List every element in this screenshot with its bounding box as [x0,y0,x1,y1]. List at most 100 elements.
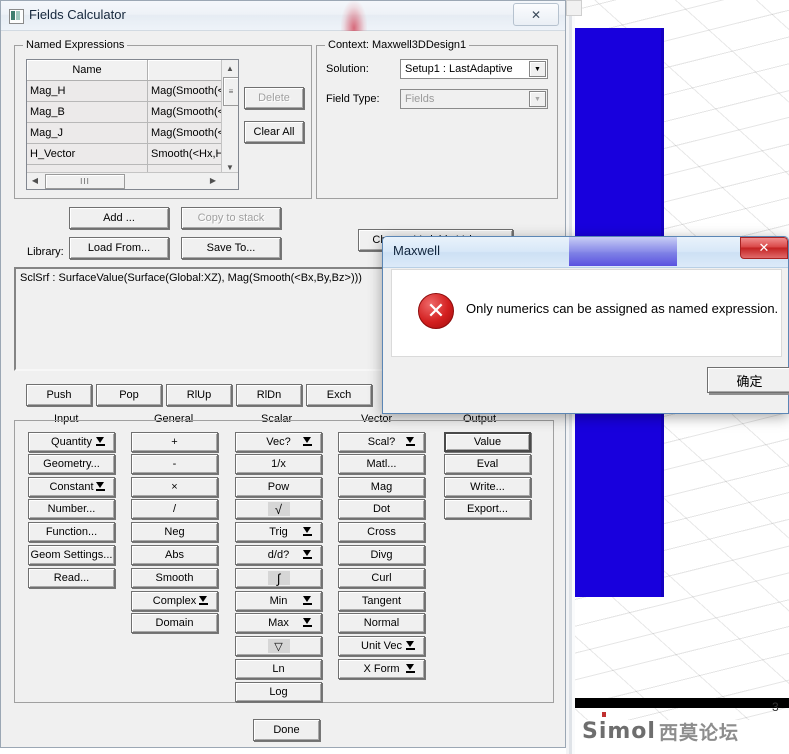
ln-button[interactable]: Ln [235,659,322,679]
push-button[interactable]: Push [26,384,92,406]
watermark-chinese-text: 西莫论坛 [658,722,739,744]
material-button[interactable]: Matl... [338,454,425,474]
table-header-row: Name [27,60,238,81]
field-type-dropdown[interactable]: Fields ▼ [400,89,548,109]
quantity-button-label: Quantity [51,436,92,448]
save-to-button[interactable]: Save To... [181,237,281,259]
viewport-scroll-corner[interactable] [566,0,582,16]
curl-button[interactable]: Curl [338,568,425,588]
min-button-label: Min [269,595,288,607]
value-button[interactable]: Value [444,432,531,452]
scroll-up-icon[interactable]: ▲ [222,60,238,76]
table-horizontal-scrollbar[interactable]: ◀ III ▶ [27,172,238,189]
watermark-latin-text: Simol [582,718,656,744]
solution-dropdown[interactable]: Setup1 : LastAdaptive ▼ [400,59,548,79]
horizontal-scroll-thumb[interactable]: III [45,174,125,189]
close-window-button[interactable]: ✕ [513,3,559,26]
max-button[interactable]: Max [235,613,322,633]
dialog-ok-button[interactable]: 确定 [707,367,789,393]
dropdown-arrow-icon [303,550,312,560]
negate-button[interactable]: Neg [131,522,218,542]
number-button[interactable]: Number... [28,499,115,519]
normal-button[interactable]: Normal [338,613,425,633]
dialog-close-button[interactable]: ✕ [740,237,788,259]
trig-button[interactable]: Trig [235,522,322,542]
domain-button[interactable]: Domain [131,613,218,633]
dialog-titlebar[interactable]: Maxwell ✕ [383,237,788,268]
roll-down-button[interactable]: RlDn [236,384,302,406]
subtract-operator-button[interactable]: - [131,454,218,474]
load-from-button[interactable]: Load From... [69,237,169,259]
x-form-button[interactable]: X Form [338,659,425,679]
vec-query-button[interactable]: Vec? [235,432,322,452]
clear-all-button[interactable]: Clear All [244,121,304,143]
reciprocal-button[interactable]: 1/x [235,454,322,474]
unit-vec-button-label: Unit Vec [361,640,402,652]
vertical-scroll-thumb[interactable]: ≡ [223,77,238,106]
cell-expression: Mag(Smooth(<B [148,102,222,123]
abs-button[interactable]: Abs [131,545,218,565]
eval-button[interactable]: Eval [444,454,531,474]
dot-button[interactable]: Dot [338,499,425,519]
divide-operator-button[interactable]: / [131,499,218,519]
chevron-down-icon[interactable]: ▼ [529,91,546,107]
cell-name: Mag_H [27,81,148,102]
table-row[interactable]: H_Vector Smooth(<Hx,Hy [27,144,238,165]
window-title: Fields Calculator [29,7,126,22]
table-vertical-scrollbar[interactable]: ▲ ≡ ▼ [221,60,238,175]
table-row[interactable]: Mag_B Mag(Smooth(<B [27,102,238,123]
scroll-right-icon[interactable]: ▶ [205,173,221,188]
write-button[interactable]: Write... [444,477,531,497]
divergence-button[interactable]: Divg [338,545,425,565]
copy-to-stack-button[interactable]: Copy to stack [181,207,281,229]
scal-query-button[interactable]: Scal? [338,432,425,452]
integral-icon: ∫ [267,571,290,586]
table-row[interactable]: Mag_J Mag(Smooth(<J [27,123,238,144]
log-button[interactable]: Log [235,682,322,702]
integral-button[interactable]: ∫ [235,568,322,588]
derivative-button-label: d/d? [267,549,290,561]
complex-button[interactable]: Complex [131,591,218,611]
dropdown-arrow-icon [96,482,105,492]
mag-button[interactable]: Mag [338,477,425,497]
viewport-black-bar [575,698,789,708]
export-button[interactable]: Export... [444,499,531,519]
pow-button[interactable]: Pow [235,477,322,497]
tangent-button[interactable]: Tangent [338,591,425,611]
unit-vec-button[interactable]: Unit Vec [338,636,425,656]
named-expressions-table[interactable]: Name Mag_H Mag(Smooth(<H Mag_B Mag(Smoot… [26,59,239,190]
dialog-message-text: Only numerics can be assigned as named e… [466,301,779,316]
quantity-button[interactable]: Quantity [28,432,115,452]
window-titlebar[interactable]: Fields Calculator ✕ [1,1,565,31]
geometry-button[interactable]: Geometry... [28,454,115,474]
table-row[interactable]: Mag_H Mag(Smooth(<H [27,81,238,102]
add-operator-button[interactable]: + [131,432,218,452]
dialog-message-area: ✕ Only numerics can be assigned as named… [391,269,782,357]
cross-button[interactable]: Cross [338,522,425,542]
exchange-button[interactable]: Exch [306,384,372,406]
page-number: 3 [772,700,779,714]
constant-button[interactable]: Constant [28,477,115,497]
dropdown-arrow-icon [199,596,208,606]
geom-settings-button[interactable]: Geom Settings... [28,545,115,565]
gradient-button[interactable]: ▽ [235,636,322,656]
delete-expression-button[interactable]: Delete [244,87,304,109]
dropdown-arrow-icon [303,596,312,606]
sqrt-button[interactable]: √ [235,499,322,519]
done-button[interactable]: Done [253,719,320,741]
multiply-operator-button[interactable]: × [131,477,218,497]
chevron-down-icon[interactable]: ▼ [529,61,546,77]
solution-value: Setup1 : LastAdaptive [405,63,513,75]
dialog-title: Maxwell [393,243,440,258]
scroll-left-icon[interactable]: ◀ [27,173,43,188]
read-button[interactable]: Read... [28,568,115,588]
smooth-button[interactable]: Smooth [131,568,218,588]
roll-up-button[interactable]: RlUp [166,384,232,406]
min-button[interactable]: Min [235,591,322,611]
pop-button[interactable]: Pop [96,384,162,406]
function-button[interactable]: Function... [28,522,115,542]
derivative-button[interactable]: d/d? [235,545,322,565]
dropdown-arrow-icon [303,527,312,537]
dropdown-arrow-icon [406,664,415,674]
add-expression-button[interactable]: Add ... [69,207,169,229]
